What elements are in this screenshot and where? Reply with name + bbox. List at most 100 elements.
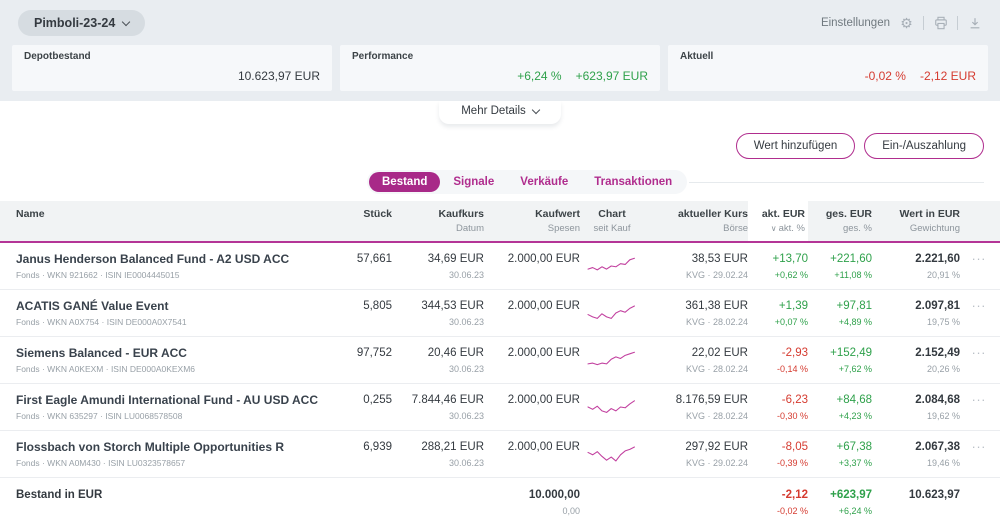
summary-header: Pimboli-23-24 Einstellungen ⚙ — [0, 0, 1000, 101]
fund-identifiers: Fonds · WKN A0X754 · ISIN DE000A0X7541 — [16, 317, 328, 328]
fund-name-link[interactable]: First Eagle Amundi International Fund - … — [16, 393, 328, 407]
akt-cell: +13,70+0,62 % — [748, 252, 808, 281]
fund-name-link[interactable]: Flossbach von Storch Multiple Opportunit… — [16, 440, 328, 454]
gear-icon[interactable]: ⚙ — [899, 16, 914, 31]
col-header-chart[interactable]: Chartseit Kauf — [580, 201, 644, 241]
akt-cell: -8,05-0,39 % — [748, 440, 808, 469]
col-header-wert[interactable]: Wert in EURGewichtung — [872, 201, 960, 241]
wert-cell: 2.084,6819,62 % — [872, 393, 960, 422]
fund-name-link[interactable]: ACATIS GANÉ Value Event — [16, 299, 328, 313]
row-menu-button[interactable]: ··· — [960, 299, 986, 313]
deposit-withdraw-button[interactable]: Ein-/Auszahlung — [864, 133, 984, 159]
table-body: Janus Henderson Balanced Fund - A2 USD A… — [0, 243, 1000, 478]
tab-strip: Bestand Signale Verkäufe Transaktionen — [367, 170, 687, 194]
col-header-kurs[interactable]: aktueller KursBörse — [644, 201, 748, 241]
chevron-down-icon — [532, 105, 540, 113]
col-header-kaufwert[interactable]: KaufwertSpesen — [484, 201, 580, 241]
portfolio-selector[interactable]: Pimboli-23-24 — [18, 10, 145, 36]
divider — [923, 16, 924, 30]
kaufkurs-cell: 288,21 EUR30.06.23 — [392, 440, 484, 469]
kurs-cell: 22,02 EURKVG · 28.02.24 — [644, 346, 748, 375]
wert-cell: 2.067,3819,46 % — [872, 440, 960, 469]
tab-transaktionen[interactable]: Transaktionen — [581, 172, 685, 192]
akt-cell: -2,93-0,14 % — [748, 346, 808, 375]
performance-amount: +623,97 EUR — [576, 69, 648, 83]
card-aktuell: Aktuell -0,02 % -2,12 EUR — [668, 45, 988, 91]
fund-cell: Flossbach von Storch Multiple Opportunit… — [16, 440, 328, 469]
performance-percent: +6,24 % — [517, 69, 561, 83]
stueck-cell: 0,255 — [328, 393, 392, 407]
table-row: Siemens Balanced - EUR ACC Fonds · WKN A… — [0, 337, 1000, 384]
divider — [689, 182, 984, 183]
table-row: Flossbach von Storch Multiple Opportunit… — [0, 431, 1000, 478]
ges-cell: +152,49+7,62 % — [808, 346, 872, 375]
printer-icon[interactable] — [933, 16, 948, 31]
fund-cell: First Eagle Amundi International Fund - … — [16, 393, 328, 422]
fund-identifiers: Fonds · WKN 921662 · ISIN IE0004445015 — [16, 270, 328, 281]
fund-identifiers: Fonds · WKN A0KEXM · ISIN DE000A0KEXM6 — [16, 364, 328, 375]
fund-cell: Janus Henderson Balanced Fund - A2 USD A… — [16, 252, 328, 281]
wert-cell: 2.097,8119,75 % — [872, 299, 960, 328]
card-label: Depotbestand — [24, 51, 320, 62]
divider — [957, 16, 958, 30]
kaufkurs-cell: 20,46 EUR30.06.23 — [392, 346, 484, 375]
header-tools: Einstellungen ⚙ — [821, 16, 982, 31]
fund-name-link[interactable]: Janus Henderson Balanced Fund - A2 USD A… — [16, 252, 328, 266]
col-header-ges[interactable]: ges. EURges. % — [808, 201, 872, 241]
more-details-label: Mehr Details — [461, 105, 526, 117]
wert-cell: 2.152,4920,26 % — [872, 346, 960, 375]
action-bar: Wert hinzufügen Ein-/Auszahlung — [0, 124, 1000, 163]
ges-cell: +221,60+11,08 % — [808, 252, 872, 281]
total-row-bestand: Bestand in EUR 10.000,00 0,00 -2,12 -0,0… — [0, 478, 1000, 524]
more-details-button[interactable]: Mehr Details — [439, 101, 561, 124]
add-value-button[interactable]: Wert hinzufügen — [736, 133, 856, 159]
tab-verkaeufe[interactable]: Verkäufe — [507, 172, 581, 192]
col-header-akt-sorted[interactable]: akt. EUR ∨akt. % — [748, 201, 808, 241]
row-menu-button[interactable]: ··· — [960, 346, 986, 360]
col-header-kaufkurs[interactable]: KaufkursDatum — [392, 201, 484, 241]
row-menu-button[interactable]: ··· — [960, 440, 986, 454]
total-akt-cell: -2,12 -0,02 % — [748, 488, 808, 517]
col-header-stueck[interactable]: Stück — [328, 201, 392, 241]
portfolio-name: Pimboli-23-24 — [34, 16, 115, 30]
stueck-cell: 5,805 — [328, 299, 392, 313]
chevron-down-icon — [122, 17, 130, 25]
card-performance: Performance +6,24 % +623,97 EUR — [340, 45, 660, 91]
fund-identifiers: Fonds · WKN A0M430 · ISIN LU0323578657 — [16, 458, 328, 469]
kurs-cell: 297,92 EURKVG · 29.02.24 — [644, 440, 748, 469]
sparkline-chart — [580, 252, 644, 278]
total-ges-cell: +623,97 +6,24 % — [808, 488, 872, 517]
kaufkurs-cell: 7.844,46 EUR30.06.23 — [392, 393, 484, 422]
kaufwert-cell: 2.000,00 EUR — [484, 393, 580, 411]
fund-identifiers: Fonds · WKN 635297 · ISIN LU0068578508 — [16, 411, 328, 422]
tab-bestand[interactable]: Bestand — [369, 172, 440, 192]
kurs-cell: 38,53 EURKVG · 29.02.24 — [644, 252, 748, 281]
akt-cell: -6,23-0,30 % — [748, 393, 808, 422]
tab-signale[interactable]: Signale — [440, 172, 507, 192]
row-menu-button[interactable]: ··· — [960, 252, 986, 266]
kurs-cell: 8.176,59 EURKVG · 28.02.24 — [644, 393, 748, 422]
card-label: Aktuell — [680, 51, 976, 62]
sparkline-chart — [580, 393, 644, 419]
settings-label: Einstellungen — [821, 17, 890, 29]
ges-cell: +67,38+3,37 % — [808, 440, 872, 469]
kaufwert-cell: 2.000,00 EUR — [484, 299, 580, 317]
fund-cell: Siemens Balanced - EUR ACC Fonds · WKN A… — [16, 346, 328, 375]
kaufwert-cell: 2.000,00 EUR — [484, 252, 580, 270]
tabs-bar: Bestand Signale Verkäufe Transaktionen — [16, 170, 984, 194]
portfolio-page: Pimboli-23-24 Einstellungen ⚙ — [0, 0, 1000, 524]
sparkline-chart — [580, 299, 644, 325]
col-header-name[interactable]: Name — [16, 201, 328, 241]
ges-cell: +84,68+4,23 % — [808, 393, 872, 422]
fund-name-link[interactable]: Siemens Balanced - EUR ACC — [16, 346, 328, 360]
table-row: ACATIS GANÉ Value Event Fonds · WKN A0X7… — [0, 290, 1000, 337]
stueck-cell: 6,939 — [328, 440, 392, 454]
stueck-cell: 57,661 — [328, 252, 392, 266]
akt-cell: +1,39+0,07 % — [748, 299, 808, 328]
aktuell-percent: -0,02 % — [865, 69, 906, 83]
download-icon[interactable] — [967, 16, 982, 31]
card-label: Performance — [352, 51, 648, 62]
row-menu-button[interactable]: ··· — [960, 393, 986, 407]
aktuell-amount: -2,12 EUR — [920, 69, 976, 83]
depot-value: 10.623,97 EUR — [24, 69, 320, 83]
